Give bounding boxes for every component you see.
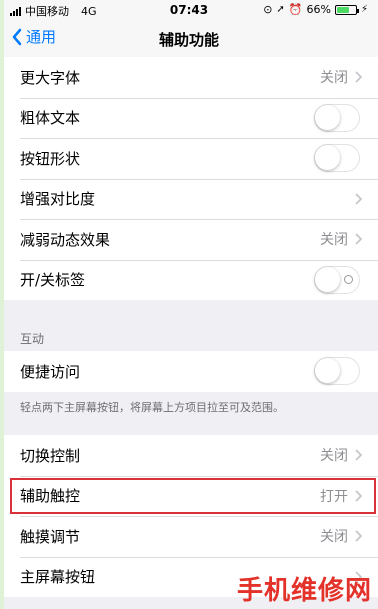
- chevron-right-icon: [355, 530, 362, 542]
- row-touch-accommodations[interactable]: 触摸调节 关闭: [0, 516, 378, 557]
- row-label: 便捷访问: [20, 362, 81, 381]
- toggle-knob: [315, 266, 340, 292]
- battery-percent: 66%: [306, 3, 331, 16]
- row-bold-text: 粗体文本: [0, 97, 378, 139]
- lock-rotation-icon: ⊙: [263, 3, 273, 16]
- row-label: 触摸调节: [20, 527, 81, 546]
- battery-icon: [334, 4, 359, 15]
- reachability-footer-note: 轻点两下主屏幕按钮，将屏幕上方项目拉至可及范围。: [20, 401, 284, 414]
- page-title: 辅助功能: [158, 31, 219, 49]
- row-label: 减弱动态效果: [20, 230, 111, 249]
- row-value: 关闭: [320, 70, 348, 87]
- chevron-right-icon: [355, 192, 362, 205]
- status-right: ⊙ ➚ ⏰ 66% ⚡: [263, 3, 368, 16]
- row-label: 主屏幕按钮: [20, 568, 96, 587]
- toggle-knob: [315, 358, 340, 383]
- row-label: 按钮形状: [20, 149, 81, 168]
- on-off-labels-toggle[interactable]: [314, 265, 360, 294]
- row-label: 增强对比度: [20, 190, 96, 209]
- row-reduce-motion[interactable]: 减弱动态效果 关闭: [0, 219, 378, 260]
- alarm-icon: ⏰: [288, 3, 303, 16]
- row-button-shapes: 按钮形状: [0, 138, 378, 179]
- row-switch-control[interactable]: 切换控制 关闭: [0, 435, 378, 476]
- row-label: 切换控制: [20, 446, 81, 465]
- button-shapes-toggle[interactable]: [314, 144, 360, 172]
- section-header-interaction: 互动: [20, 332, 45, 346]
- row-label: 更大字体: [20, 68, 81, 87]
- row-value: 关闭: [320, 448, 348, 465]
- reachability-toggle[interactable]: [314, 357, 360, 385]
- row-value: 关闭: [320, 529, 348, 546]
- charging-icon: ⚡: [360, 4, 368, 15]
- chevron-right-icon: [355, 233, 362, 245]
- toggle-knob: [315, 104, 340, 130]
- navigation-bar: 通用 辅助功能: [0, 20, 378, 58]
- row-label: 开/关标签: [20, 271, 86, 290]
- settings-group-display: 更大字体 关闭 粗体文本 按钮形状 增强对比度 减弱动态效果 关闭 开/关标签: [0, 57, 378, 300]
- row-increase-contrast[interactable]: 增强对比度: [0, 178, 378, 220]
- row-larger-text[interactable]: 更大字体 关闭: [0, 57, 378, 98]
- row-on-off-labels: 开/关标签: [0, 259, 378, 301]
- status-bar: 中国移动 4G 07:43 ⊙ ➚ ⏰ 66% ⚡: [0, 0, 378, 20]
- toggle-knob: [315, 145, 340, 170]
- bold-text-toggle[interactable]: [314, 103, 360, 132]
- chevron-right-icon: [355, 449, 362, 461]
- row-label: 粗体文本: [20, 109, 81, 128]
- left-edge-stripe: [0, 0, 4, 609]
- location-icon: ➚: [276, 4, 285, 15]
- watermark-logo: 手机维修网: [236, 576, 372, 606]
- row-reachability: 便捷访问: [0, 351, 378, 392]
- settings-group-interaction: 便捷访问: [0, 351, 378, 392]
- off-label-ring-icon: [344, 274, 353, 284]
- chevron-right-icon: [355, 71, 362, 83]
- assistive-touch-highlight-box: [10, 478, 376, 514]
- row-value: 关闭: [320, 232, 348, 249]
